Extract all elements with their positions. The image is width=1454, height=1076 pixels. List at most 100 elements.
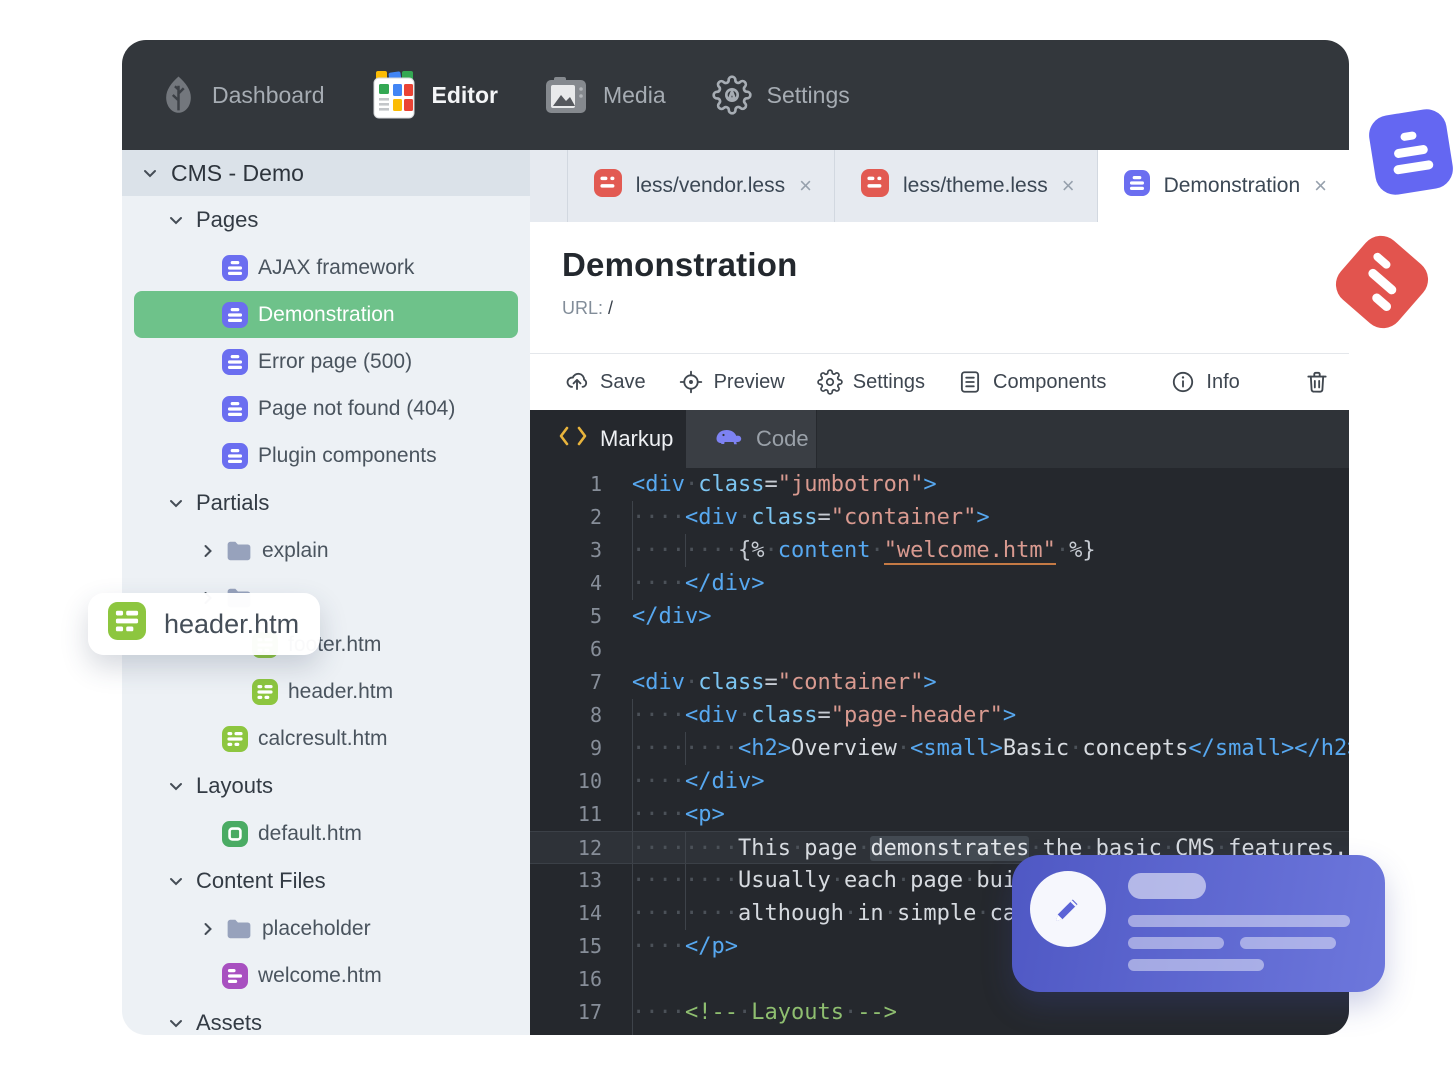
document-toolbar: Save Preview Settings Components Info <box>530 353 1349 410</box>
button-label: Settings <box>852 370 925 393</box>
document-tab-less-theme-less[interactable]: less/theme.less × <box>835 150 1098 222</box>
tree-item-placeholder[interactable]: placeholder <box>134 905 518 952</box>
page-icon <box>1123 170 1150 202</box>
editor-tab-code[interactable]: Code <box>686 410 817 468</box>
folder-icon <box>226 540 252 562</box>
tree-item-label: Page not found (404) <box>258 396 456 420</box>
code-line-content: </div> <box>632 604 712 629</box>
editing-preview-card <box>1012 855 1385 992</box>
tree-item-welcome-htm[interactable]: welcome.htm <box>134 952 518 999</box>
tree-section-assets[interactable]: Assets <box>122 999 530 1035</box>
line-number: 3 <box>589 538 602 562</box>
page-icon <box>222 254 248 281</box>
tree-section-content-files[interactable]: Content Files <box>122 857 530 905</box>
chevron-down-icon <box>142 165 158 181</box>
preview-button[interactable]: Preview <box>678 369 785 395</box>
tab-label: Demonstration <box>1163 174 1301 197</box>
dragged-file-label: header.htm <box>164 608 300 639</box>
tree-item-demonstration[interactable]: Demonstration <box>134 291 518 338</box>
tree-item-ajax-framework[interactable]: AJAX framework <box>134 244 518 291</box>
button-label: Save <box>600 370 646 393</box>
line-number: 13 <box>577 868 602 892</box>
tree-item-calcresult-htm[interactable]: calcresult.htm <box>134 715 518 762</box>
tab-close-icon[interactable]: × <box>1062 173 1075 199</box>
tab-close-icon[interactable]: × <box>799 173 812 199</box>
page-icon <box>222 301 248 328</box>
content-icon <box>222 962 248 989</box>
tree-item-label: welcome.htm <box>258 963 382 987</box>
code-line-content: ········{%·content·"welcome.htm"·%} <box>632 538 1096 565</box>
nav-item-editor[interactable]: Editor <box>371 71 498 119</box>
dragged-file-pill[interactable]: header.htm <box>88 593 320 655</box>
code-line-1: 1 <div·class="jumbotron"> <box>530 468 1349 501</box>
code-line-content: ········Usually·each·page·bui <box>632 868 1017 893</box>
nav-label: Editor <box>431 81 498 108</box>
document-tab-demonstration[interactable]: Demonstration × <box>1097 150 1349 222</box>
document-tab-less-vendor-less[interactable]: less/vendor.less × <box>568 150 835 222</box>
partial-file-icon <box>108 601 146 647</box>
save-button[interactable]: Save <box>564 369 646 395</box>
code-line-4: 4 ····</div> <box>530 567 1349 600</box>
tab-close-icon[interactable]: × <box>1314 173 1327 199</box>
tree-section-layouts[interactable]: Layouts <box>122 762 530 810</box>
code-line-17: 17 ····<!--·Layouts·--> <box>530 996 1349 1029</box>
page-icon <box>222 442 248 469</box>
skeleton-text-bar <box>1128 915 1350 927</box>
save-icon <box>564 369 590 395</box>
code-line-7: 7 <div·class="container"> <box>530 666 1349 699</box>
url-value: / <box>608 298 614 318</box>
code-line-content: ····</div> <box>632 571 765 596</box>
chevron-down-icon <box>168 1015 184 1031</box>
components-icon <box>957 369 983 395</box>
chevron-down-icon <box>168 212 184 228</box>
tree-item-label: default.htm <box>258 821 362 845</box>
tree-item-label: calcresult.htm <box>258 726 388 750</box>
code-line-content: ········<h2>Overview·<small>Basic·concep… <box>632 736 1349 761</box>
tabbar-left-strip <box>530 150 568 222</box>
section-label: Content Files <box>196 868 326 893</box>
skeleton-text-bar <box>1240 937 1336 949</box>
tree-item-label: placeholder <box>262 916 371 940</box>
code-line-2: 2 ····<div·class="container"> <box>530 501 1349 534</box>
editor-tab-markup[interactable]: Markup <box>530 410 686 468</box>
code-line-5: 5 </div> <box>530 600 1349 633</box>
less-icon <box>860 169 889 203</box>
section-label: Partials <box>196 490 270 515</box>
info-button[interactable]: Info <box>1170 369 1240 395</box>
tree-item-explain[interactable]: explain <box>134 527 518 574</box>
delete-button[interactable] <box>1304 369 1330 395</box>
tree-section-pages[interactable]: Pages <box>122 196 530 244</box>
nav-item-dashboard[interactable]: Dashboard <box>160 74 325 116</box>
editor-tab-label: Markup <box>600 426 674 451</box>
code-line-content: ····<h2>Layouts</h2> <box>632 1029 897 1035</box>
tree-item-page-not-found-404-[interactable]: Page not found (404) <box>134 385 518 432</box>
line-number: 7 <box>589 670 602 694</box>
code-line-9: 9 ········<h2>Overview·<small>Basic·conce… <box>530 732 1349 765</box>
tree-root-node[interactable]: CMS - Demo <box>122 150 530 196</box>
skeleton-text-bar <box>1128 937 1224 949</box>
tree-item-plugin-components[interactable]: Plugin components <box>134 432 518 479</box>
button-label: Components <box>993 370 1107 393</box>
components-button[interactable]: Components <box>957 369 1106 395</box>
tree-item-default-htm[interactable]: default.htm <box>134 810 518 857</box>
nav-item-settings[interactable]: Settings <box>712 75 850 115</box>
tree-section-partials[interactable]: Partials <box>122 479 530 527</box>
tree-item-error-page-500-[interactable]: Error page (500) <box>134 338 518 385</box>
settings-button[interactable]: Settings <box>816 369 925 395</box>
line-number: 10 <box>577 769 602 793</box>
info-icon <box>1170 369 1196 395</box>
tree-root-label: CMS - Demo <box>171 159 304 186</box>
media-icon <box>544 76 588 114</box>
section-label: Assets <box>196 1010 263 1035</box>
tree-item-label: header.htm <box>288 679 394 703</box>
tree-item-header-htm[interactable]: header.htm <box>134 668 518 715</box>
nav-item-media[interactable]: Media <box>544 76 666 114</box>
line-number: 8 <box>589 703 602 727</box>
chevron-down-icon <box>168 873 184 889</box>
line-number: 11 <box>577 802 602 826</box>
tab-label: less/vendor.less <box>635 174 786 197</box>
page-title: Demonstration <box>562 246 798 283</box>
url-label: URL: <box>562 298 604 318</box>
code-line-11: 11 ····<p> <box>530 798 1349 831</box>
section-label: Pages <box>196 207 259 232</box>
